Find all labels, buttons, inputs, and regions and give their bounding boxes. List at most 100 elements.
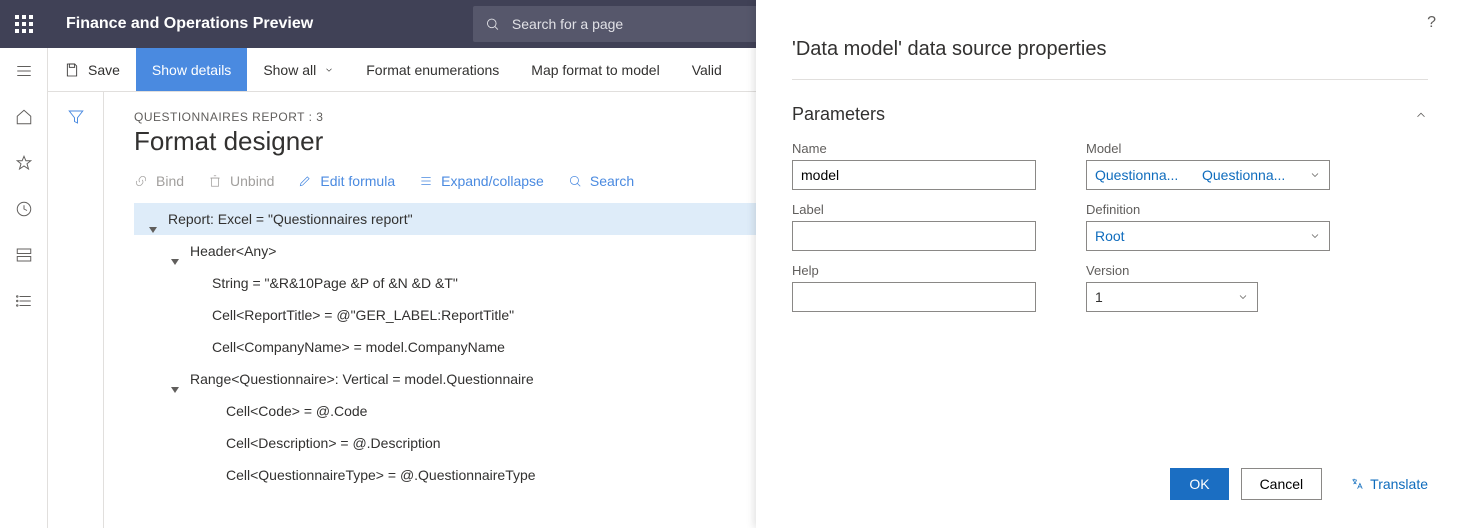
version-select[interactable]: 1 — [1086, 282, 1258, 312]
app-title: Finance and Operations Preview — [66, 15, 313, 33]
caret-down-icon — [170, 257, 180, 267]
filter-icon — [67, 108, 85, 126]
section-header-parameters[interactable]: Parameters — [792, 104, 1428, 125]
tree-row[interactable]: Cell<Description> = @.Description — [134, 427, 756, 459]
show-details-label: Show details — [152, 62, 231, 78]
bind-label: Bind — [156, 173, 184, 189]
field-label: Label — [792, 202, 1036, 217]
link-icon — [134, 174, 148, 188]
label-input[interactable] — [792, 221, 1036, 251]
translate-button[interactable]: Translate — [1350, 476, 1428, 492]
validate-label: Valid — [692, 62, 722, 78]
save-label: Save — [88, 62, 120, 78]
filter-column[interactable] — [48, 92, 104, 528]
tree-row[interactable]: Cell<ReportTitle> = @"GER_LABEL:ReportTi… — [134, 299, 756, 331]
section-title: Parameters — [792, 104, 885, 125]
tree-label: Header<Any> — [190, 235, 276, 267]
page-title: Format designer — [134, 126, 756, 157]
field-label: Help — [792, 263, 1036, 278]
tree-label: Cell<QuestionnaireType> = @.Questionnair… — [226, 459, 536, 491]
map-format-label: Map format to model — [531, 62, 659, 78]
format-enumerations-button[interactable]: Format enumerations — [350, 48, 515, 91]
save-button[interactable]: Save — [48, 48, 136, 91]
field-label: Version — [1086, 263, 1330, 278]
tree-label: String = "&R&10Page &P of &N &D &T" — [212, 267, 458, 299]
edit-icon — [298, 174, 312, 188]
rail-recent-button[interactable] — [0, 186, 48, 232]
show-all-button[interactable]: Show all — [247, 48, 350, 91]
chevron-up-icon — [1414, 108, 1428, 122]
model-value-2: Questionna... — [1202, 167, 1285, 183]
tree-label: Cell<ReportTitle> = @"GER_LABEL:ReportTi… — [212, 299, 514, 331]
tree-row[interactable]: String = "&R&10Page &P of &N &D &T" — [134, 267, 756, 299]
app-launcher-button[interactable] — [0, 0, 48, 48]
tree-label: Cell<Description> = @.Description — [226, 427, 441, 459]
search-icon — [568, 174, 582, 188]
edit-formula-button[interactable]: Edit formula — [298, 173, 395, 189]
validate-button[interactable]: Valid — [676, 48, 738, 91]
chevron-down-icon — [1237, 291, 1249, 303]
tree-label: Report: Excel = "Questionnaires report" — [168, 203, 413, 235]
search-button[interactable]: Search — [568, 173, 634, 189]
home-icon — [15, 108, 33, 126]
list-icon — [15, 292, 33, 310]
expand-label: Expand/collapse — [441, 173, 544, 189]
cancel-button[interactable]: Cancel — [1241, 468, 1323, 500]
hamburger-icon — [15, 62, 33, 80]
map-format-button[interactable]: Map format to model — [515, 48, 675, 91]
format-enum-label: Format enumerations — [366, 62, 499, 78]
rail-favorites-button[interactable] — [0, 140, 48, 186]
field-label: Model — [1086, 141, 1330, 156]
waffle-icon — [15, 15, 33, 33]
expand-collapse-button[interactable]: Expand/collapse — [419, 173, 544, 189]
chevron-down-icon — [1309, 169, 1321, 181]
tree-row[interactable]: Cell<Code> = @.Code — [134, 395, 756, 427]
search-label: Search — [590, 173, 634, 189]
name-input[interactable] — [792, 160, 1036, 190]
tree-label: Cell<Code> = @.Code — [226, 395, 367, 427]
unbind-label: Unbind — [230, 173, 274, 189]
edit-formula-label: Edit formula — [320, 173, 395, 189]
bind-button[interactable]: Bind — [134, 173, 184, 189]
rail-home-button[interactable] — [0, 94, 48, 140]
model-select[interactable]: Questionna... Questionna... — [1086, 160, 1330, 190]
panel-title: 'Data model' data source properties — [792, 38, 1428, 61]
show-details-button[interactable]: Show details — [136, 48, 247, 91]
caret-down-icon — [148, 225, 158, 235]
breadcrumb: QUESTIONNAIRES REPORT : 3 — [134, 110, 756, 124]
definition-select[interactable]: Root — [1086, 221, 1330, 251]
help-button[interactable]: ? — [1427, 14, 1436, 32]
trash-icon — [208, 174, 222, 188]
search-icon — [485, 16, 500, 32]
definition-value: Root — [1095, 228, 1125, 244]
workspace-icon — [15, 246, 33, 264]
rail-modules-button[interactable] — [0, 278, 48, 324]
tree-row[interactable]: Header<Any> — [134, 235, 756, 267]
properties-panel: ? 'Data model' data source properties Pa… — [756, 0, 1464, 528]
tree-row[interactable]: Cell<CompanyName> = model.CompanyName — [134, 331, 756, 363]
left-rail — [0, 48, 48, 528]
clock-icon — [15, 200, 33, 218]
translate-icon — [1350, 477, 1364, 491]
ok-button[interactable]: OK — [1170, 468, 1228, 500]
tree-row[interactable]: Range<Questionnaire>: Vertical = model.Q… — [134, 363, 756, 395]
chevron-down-icon — [1309, 230, 1321, 242]
format-tree: Report: Excel = "Questionnaires report" … — [134, 203, 756, 491]
tree-row[interactable]: Cell<QuestionnaireType> = @.Questionnair… — [134, 459, 756, 491]
help-input[interactable] — [792, 282, 1036, 312]
version-value: 1 — [1095, 289, 1103, 305]
star-icon — [15, 154, 33, 172]
show-all-label: Show all — [263, 62, 316, 78]
model-value-1: Questionna... — [1095, 167, 1178, 183]
translate-label: Translate — [1370, 476, 1428, 492]
field-label: Name — [792, 141, 1036, 156]
rail-menu-button[interactable] — [0, 48, 48, 94]
rail-workspaces-button[interactable] — [0, 232, 48, 278]
unbind-button[interactable]: Unbind — [208, 173, 274, 189]
tree-label: Cell<CompanyName> = model.CompanyName — [212, 331, 505, 363]
field-label: Definition — [1086, 202, 1330, 217]
caret-down-icon — [170, 385, 180, 395]
tree-row[interactable]: Report: Excel = "Questionnaires report" — [134, 203, 756, 235]
chevron-down-icon — [324, 65, 334, 75]
list-icon — [419, 174, 433, 188]
